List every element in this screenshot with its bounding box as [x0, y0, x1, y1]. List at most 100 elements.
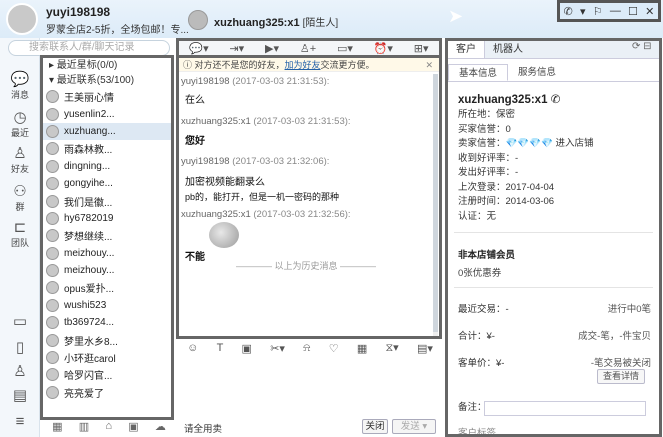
avatar	[46, 159, 59, 173]
screen-share-icon[interactable]: ▭▾	[337, 42, 353, 55]
video-icon[interactable]: ▶▾	[265, 42, 279, 55]
nav-item-groups[interactable]: ⚇ 群	[6, 184, 34, 213]
list-item[interactable]: hy6782019	[43, 210, 171, 227]
tab-service-info[interactable]: 服务信息	[508, 64, 566, 81]
tab-basic-info[interactable]: 基本信息	[448, 64, 509, 81]
more-icon[interactable]: ▤▾	[417, 342, 433, 355]
phone-icon[interactable]: ✆	[564, 5, 573, 18]
add-friend-icon[interactable]: ♙+	[300, 42, 316, 55]
menu-icon[interactable]: ▾	[580, 5, 586, 18]
bell-icon[interactable]: ⍾	[303, 342, 310, 355]
history-divider: ———— 以上为历史消息 ————	[235, 261, 377, 271]
message-input[interactable]	[178, 357, 442, 415]
avatar	[46, 90, 59, 104]
nav-item-recent[interactable]: ◷ 最近	[6, 110, 34, 139]
tab-customer[interactable]: 客户	[448, 41, 485, 58]
scrollbar[interactable]	[433, 74, 438, 336]
avatar[interactable]	[6, 3, 38, 35]
list-item[interactable]: opus爱扑...	[43, 279, 171, 296]
editor-toolbar: ☺ T ▣ ✂▾ ⍾ ♡ ▦ ⧖▾ ▤▾	[178, 340, 442, 356]
maximize-icon[interactable]: ☐	[628, 5, 638, 18]
avatar	[46, 385, 59, 399]
list-item[interactable]: 小环逛carol	[43, 349, 171, 366]
info-row[interactable]: 卖家信誉：💎💎💎💎 进入店铺	[448, 137, 659, 152]
list-item[interactable]: dingning...	[43, 158, 171, 175]
message-body: 在么	[185, 95, 205, 106]
calendar-icon[interactable]: ▦	[357, 342, 367, 355]
info-row: 发出好评率：-	[458, 167, 519, 178]
transfer-icon[interactable]: ⇥▾	[229, 42, 244, 55]
list-item[interactable]: 我们是徽...	[43, 192, 171, 209]
tab-robot[interactable]: 机器人	[485, 41, 531, 58]
close-icon[interactable]: ✕	[425, 58, 433, 72]
list-item[interactable]: 梦想继续...	[43, 227, 171, 244]
list-item[interactable]: meizhouy...	[43, 262, 171, 279]
nav-label: 好友	[10, 164, 29, 174]
avatar	[46, 281, 59, 295]
monitor-icon[interactable]: ▤	[6, 388, 34, 404]
nav-item-messages[interactable]: 💬 消息	[6, 72, 34, 101]
list-item-selected[interactable]: xuzhuang...	[43, 122, 171, 141]
scissors-icon[interactable]: ✂▾	[270, 342, 285, 355]
contact-name: 梦想继续...	[64, 232, 113, 244]
view-details-button[interactable]: 查看详情	[597, 369, 645, 384]
contact-name: 亮亮爱了	[64, 388, 104, 400]
list-item[interactable]: 王美丽心情	[43, 88, 171, 105]
nav-label: 群	[15, 202, 25, 212]
message-header: xuzhuang325:x1 (2017-03-03 21:32:56):	[179, 209, 433, 220]
list-item[interactable]: 雨森林教...	[43, 140, 171, 157]
signature[interactable]: 罗蒙全店2-5折，全场包邮！专...	[46, 21, 189, 36]
clock-icon: ◷	[13, 109, 27, 126]
add-friend-link[interactable]: 加为好友	[285, 60, 321, 70]
group-starred[interactable]: ▸ 最近星标(0/0)	[43, 58, 171, 73]
chat-plus-icon[interactable]: 💬▾	[189, 42, 208, 55]
quick-reply[interactable]: 请全用卖	[184, 421, 222, 435]
alarm-icon[interactable]: ⏰▾	[374, 42, 393, 55]
shop-icon[interactable]: ⌂	[105, 420, 112, 436]
skin-icon[interactable]: ⚐	[593, 5, 603, 18]
info-row: 收到好评率：-	[458, 152, 519, 164]
heart-icon[interactable]: ♡	[329, 342, 339, 355]
list-item[interactable]: 哈罗闪官...	[43, 366, 171, 383]
more-apps-icon[interactable]: ⊞▾	[414, 42, 429, 55]
info-row: 认证：无	[458, 210, 497, 222]
list-item[interactable]: wushi523	[43, 297, 171, 314]
user-settings-icon[interactable]: ♙	[6, 364, 34, 380]
list-item[interactable]: 梦里水乡8...	[43, 331, 171, 348]
grid-icon[interactable]: ▥	[79, 420, 89, 436]
chat-avatar[interactable]	[188, 10, 208, 30]
list-item[interactable]: yusenlin2...	[43, 105, 171, 122]
avatar	[46, 368, 59, 382]
message-header: yuyi198198 (2017-03-03 21:32:06):	[179, 156, 433, 167]
cloud-icon[interactable]: ☁	[155, 420, 166, 436]
calendar-icon[interactable]: ▦	[52, 420, 62, 436]
history-label: 以上为历史消息	[274, 261, 338, 271]
phone-device-icon[interactable]: ▯	[6, 340, 34, 356]
close-icon[interactable]: ✕	[645, 5, 654, 18]
nav-item-friends[interactable]: ♙ 好友	[6, 146, 34, 175]
message-body: pb的，能打开，但是一机一密码的那种	[185, 192, 340, 202]
window-icon[interactable]: ▭	[6, 314, 34, 330]
app-icon[interactable]: ▣	[128, 420, 138, 436]
phone-icon[interactable]: ✆	[551, 94, 561, 106]
font-icon[interactable]: T	[217, 342, 224, 354]
note-input[interactable]	[484, 401, 646, 416]
list-item[interactable]: meizhouy...	[43, 245, 171, 262]
list-item[interactable]: tb369724...	[43, 314, 171, 331]
group-recent[interactable]: ▾ 最近联系(53/100)	[43, 73, 171, 88]
close-button[interactable]: 关闭	[362, 419, 388, 434]
expand-icon[interactable]: ⊟	[643, 41, 651, 52]
search-input[interactable]: 搜索联系人/群/聊天记录	[8, 40, 170, 56]
image-icon[interactable]: ▣	[242, 342, 252, 355]
list-item[interactable]: 亮亮爱了	[43, 384, 171, 401]
history-icon[interactable]: ⧖▾	[385, 341, 398, 355]
send-button[interactable]: 发送 ▾	[392, 419, 436, 434]
list-item[interactable]: gongyihe...	[43, 175, 171, 192]
refresh-icon[interactable]: ⟳	[632, 41, 640, 52]
emoji-icon[interactable]: ☺	[187, 342, 198, 354]
avatar	[46, 229, 59, 243]
message-time: (2017-03-03 21:31:53):	[232, 76, 330, 87]
minimize-icon[interactable]: —	[610, 5, 621, 17]
nav-item-team[interactable]: ⊏ 团队	[6, 220, 34, 249]
hamburger-menu-icon[interactable]: ≡	[6, 414, 34, 430]
